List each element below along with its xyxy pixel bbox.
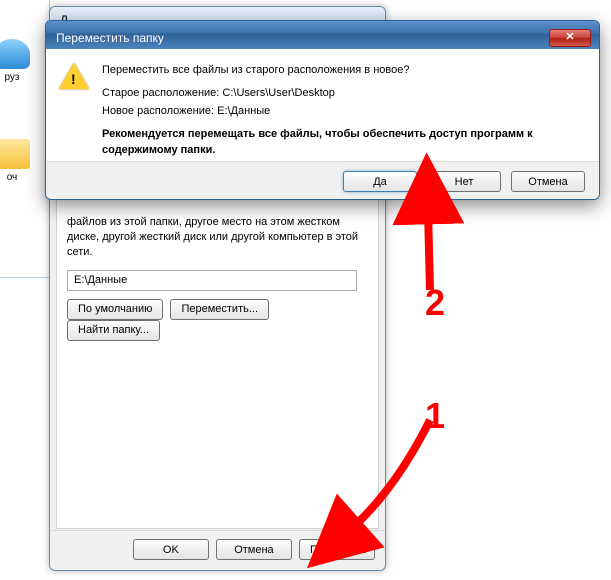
modal-new-location: Новое расположение: E:\Данные [102,104,585,119]
modal-question: Переместить все файлы из старого располо… [102,63,585,78]
folder-icon [0,139,30,169]
explorer-sidebar-fragment: руз оч [0,0,50,278]
close-icon[interactable]: ✕ [549,29,591,47]
move-folder-confirm-dialog: Переместить папку ✕ Переместить все файл… [45,20,600,200]
location-path-input[interactable] [67,270,357,291]
download-icon [0,39,30,69]
no-button[interactable]: Нет [427,171,501,192]
find-folder-button[interactable]: Найти папку... [67,320,160,341]
modal-title-text: Переместить папку [56,31,164,45]
ok-button[interactable]: OK [133,539,209,560]
warning-icon [58,63,90,155]
annotation-number-2: 2 [425,282,445,324]
annotation-number-1: 1 [425,395,445,437]
modal-old-location: Старое расположение: C:\Users\User\Deskt… [102,86,585,101]
desktop-label: оч [7,172,18,183]
modal-recommendation: Рекомендуется перемещать все файлы, чтоб… [102,127,585,158]
downloads-folder[interactable]: руз [0,39,37,83]
modal-cancel-button[interactable]: Отмена [511,171,585,192]
cancel-button[interactable]: Отмена [216,539,292,560]
restore-default-button[interactable]: По умолчанию [67,299,163,320]
move-button[interactable]: Переместить... [170,299,269,320]
location-description: файлов из этой папки, другое место на эт… [67,215,368,260]
desktop-folder[interactable]: оч [0,139,37,183]
apply-button[interactable]: Применить [299,539,375,560]
downloads-label: руз [4,72,19,83]
yes-button[interactable]: Да [343,171,417,192]
